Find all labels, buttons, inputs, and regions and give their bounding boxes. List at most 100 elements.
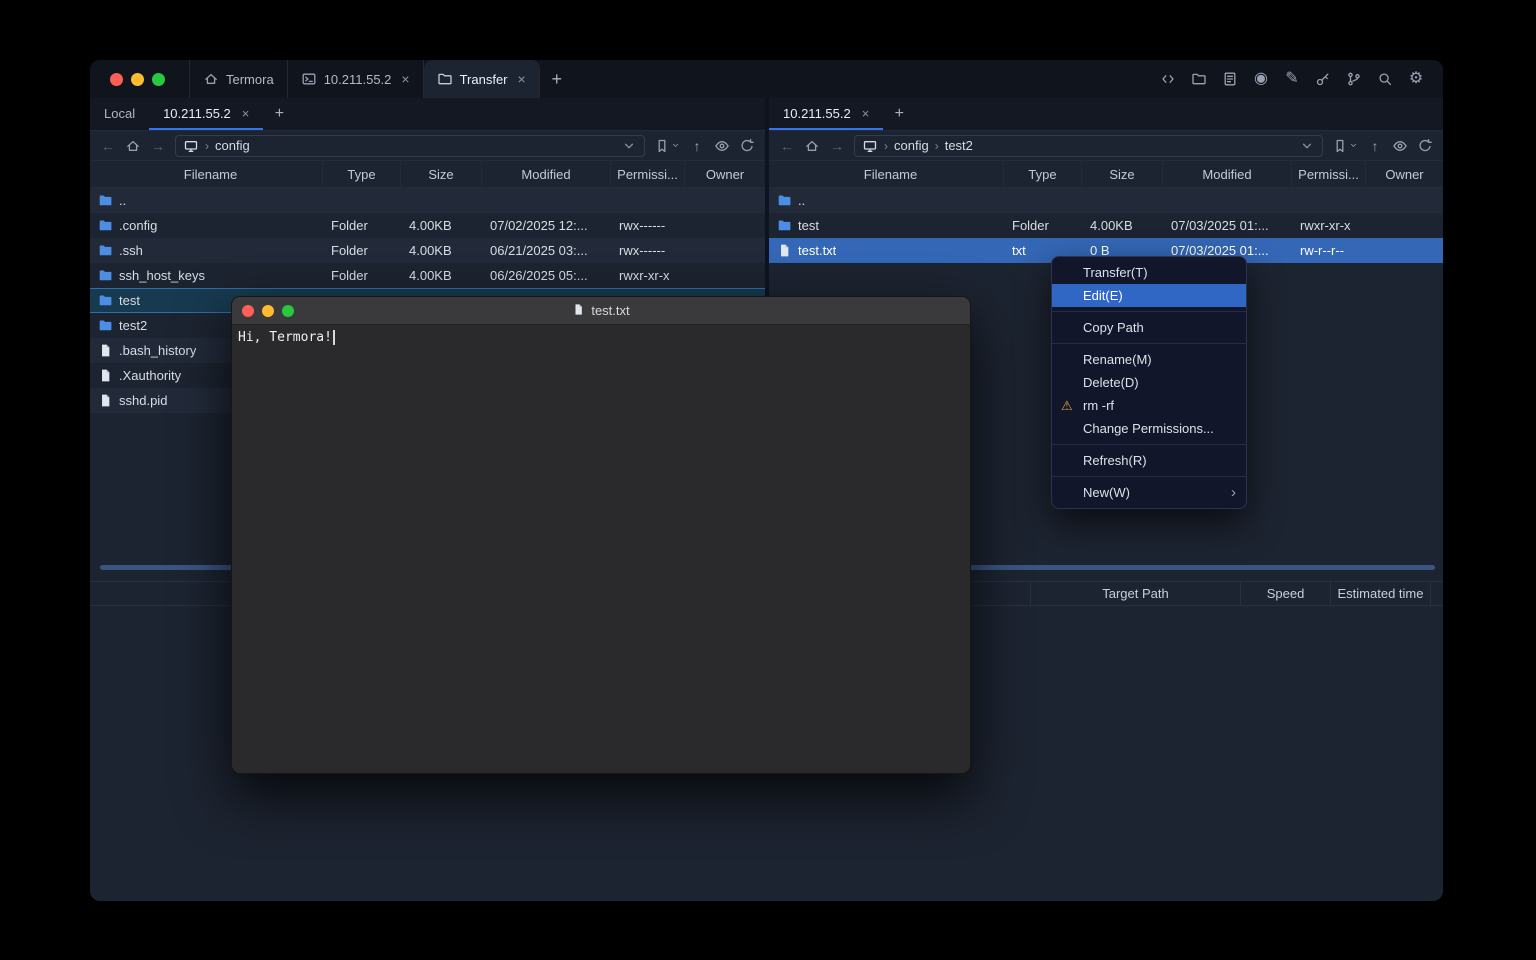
key-button[interactable] — [1314, 70, 1332, 88]
window-controls — [90, 60, 189, 98]
toggle-hidden-button[interactable] — [1392, 137, 1408, 155]
editor-minimize-button[interactable] — [262, 305, 274, 317]
titlebar-toolbar: ◉ ✎ ⚙ — [1159, 60, 1443, 98]
cell-filename: .ssh — [90, 238, 323, 263]
cell-owner — [685, 238, 765, 263]
up-button[interactable]: ↑ — [689, 137, 705, 155]
filename: test — [798, 218, 819, 233]
refresh-icon — [739, 138, 755, 154]
back-button[interactable]: ← — [100, 137, 116, 155]
folder-fill-icon — [98, 193, 113, 208]
forward-button[interactable]: → — [829, 137, 845, 155]
zoom-button[interactable] — [152, 73, 165, 86]
close-button[interactable] — [110, 73, 123, 86]
file-row-config[interactable]: .configFolder4.00KB07/02/2025 12:...rwx-… — [90, 213, 765, 238]
column-header-permissi[interactable]: Permissi... — [611, 161, 685, 187]
eye-icon — [714, 138, 730, 154]
bookmark-button[interactable] — [1332, 137, 1358, 155]
column-header-size[interactable]: Size — [1082, 161, 1163, 187]
cell-permissions: rwx------ — [611, 213, 685, 238]
bookmark-button[interactable] — [654, 137, 680, 155]
search-button[interactable] — [1376, 70, 1394, 88]
list-button[interactable] — [1221, 70, 1239, 88]
close-icon[interactable]: × — [862, 107, 870, 120]
new-tab-button[interactable]: + — [540, 60, 574, 98]
app-tab-transfer[interactable]: Transfer× — [424, 60, 540, 98]
refresh-button[interactable] — [739, 137, 755, 155]
app-tab-10-211-55-2[interactable]: 10.211.55.2× — [288, 60, 424, 98]
record-button[interactable]: ◉ — [1252, 70, 1270, 88]
filename: .config — [119, 218, 157, 233]
file-row-ssh-host-keys[interactable]: ssh_host_keysFolder4.00KB06/26/2025 05:.… — [90, 263, 765, 288]
home-icon — [125, 138, 141, 154]
column-header-type[interactable]: Type — [323, 161, 401, 187]
menu-item-new-w[interactable]: New(W)› — [1052, 481, 1246, 504]
column-header-type[interactable]: Type — [1004, 161, 1082, 187]
column-header-filename[interactable]: Filename — [90, 161, 323, 187]
tab-label: 10.211.55.2 — [163, 106, 231, 121]
folder-fill-icon — [98, 268, 113, 283]
editor-close-button[interactable] — [242, 305, 254, 317]
menu-item-change-permissions[interactable]: Change Permissions... — [1052, 417, 1246, 440]
panel-tab-10-211-55-2[interactable]: 10.211.55.2 × — [149, 98, 263, 130]
close-icon[interactable]: × — [401, 72, 409, 86]
file-doc-icon — [777, 243, 792, 258]
search-icon — [1377, 71, 1393, 87]
branch-button[interactable] — [1345, 70, 1363, 88]
column-header-permissi[interactable]: Permissi... — [1292, 161, 1366, 187]
minimize-button[interactable] — [131, 73, 144, 86]
menu-item-delete-d[interactable]: Delete(D) — [1052, 371, 1246, 394]
menu-label: New(W) — [1083, 485, 1130, 500]
toggle-hidden-button[interactable] — [714, 137, 730, 155]
new-panel-tab-button[interactable]: + — [883, 98, 915, 130]
up-button[interactable]: ↑ — [1367, 137, 1383, 155]
menu-item-transfer-t[interactable]: Transfer(T) — [1052, 261, 1246, 284]
panel-tab-local[interactable]: Local — [90, 98, 149, 130]
cell-modified — [1163, 188, 1292, 213]
folder-button[interactable] — [1190, 70, 1208, 88]
refresh-button[interactable] — [1417, 137, 1433, 155]
menu-item-rename-m[interactable]: Rename(M) — [1052, 348, 1246, 371]
queue-column-blank — [1430, 582, 1443, 605]
filename: .Xauthority — [119, 368, 181, 383]
gear-button[interactable]: ⚙ — [1407, 70, 1425, 88]
column-header-modified[interactable]: Modified — [482, 161, 611, 187]
forward-button[interactable]: → — [150, 137, 166, 155]
path-field[interactable]: ›config — [175, 135, 645, 157]
column-header-owner[interactable]: Owner — [1366, 161, 1443, 187]
panel-tab-10-211-55-2[interactable]: 10.211.55.2× — [769, 98, 883, 130]
home-button[interactable] — [125, 137, 141, 155]
editor-content[interactable]: Hi, Termora! — [232, 325, 970, 350]
folder-icon — [1191, 71, 1207, 87]
editor-zoom-button[interactable] — [282, 305, 294, 317]
back-button[interactable]: ← — [779, 137, 795, 155]
file-row-parent-dir[interactable]: .. — [90, 188, 765, 213]
cell-modified — [482, 188, 611, 213]
column-header-filename[interactable]: Filename — [769, 161, 1004, 187]
column-header-modified[interactable]: Modified — [1163, 161, 1292, 187]
menu-item-refresh-r[interactable]: Refresh(R) — [1052, 449, 1246, 472]
menu-item-edit-e[interactable]: Edit(E) — [1052, 284, 1246, 307]
home-button[interactable] — [804, 137, 820, 155]
cell-size: 4.00KB — [401, 238, 482, 263]
pencil-button[interactable]: ✎ — [1283, 70, 1301, 88]
path-field[interactable]: ›config›test2 — [854, 135, 1323, 157]
close-icon[interactable]: × — [242, 107, 250, 120]
code-button[interactable] — [1159, 70, 1177, 88]
close-icon[interactable]: × — [518, 72, 526, 86]
queue-column-target-path: Target Path — [1030, 582, 1240, 605]
menu-separator — [1052, 476, 1246, 477]
menu-item-rm-rf[interactable]: ⚠rm -rf — [1052, 394, 1246, 417]
file-row-ssh[interactable]: .sshFolder4.00KB06/21/2025 03:...rwx----… — [90, 238, 765, 263]
file-row-parent-dir[interactable]: .. — [769, 188, 1443, 213]
cell-type: Folder — [1004, 213, 1082, 238]
menu-item-copy-path[interactable]: Copy Path — [1052, 316, 1246, 339]
column-header-owner[interactable]: Owner — [685, 161, 765, 187]
file-row-test[interactable]: testFolder4.00KB07/03/2025 01:...rwxr-xr… — [769, 213, 1443, 238]
filename: .. — [119, 193, 126, 208]
new-panel-tab-button[interactable]: + — [263, 98, 295, 130]
cell-modified: 07/03/2025 01:... — [1163, 213, 1292, 238]
app-tab-termora[interactable]: Termora — [189, 60, 288, 98]
up-icon: ↑ — [694, 139, 701, 153]
column-header-size[interactable]: Size — [401, 161, 482, 187]
